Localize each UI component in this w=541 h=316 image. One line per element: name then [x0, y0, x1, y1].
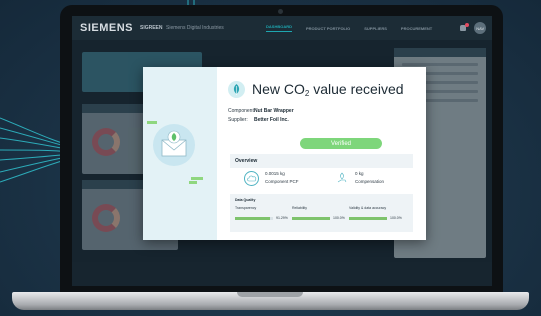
dq-label: Transparency: [235, 206, 257, 210]
right-panel-header: [394, 48, 486, 57]
dq-bar-row: 100.0%: [349, 216, 404, 220]
dq-bar-row: 91.29%: [235, 216, 290, 220]
notification-bell-icon[interactable]: [460, 23, 470, 31]
leaf-hand-icon: [334, 171, 349, 186]
supplier-label: Supplier:: [228, 117, 248, 123]
component-row: Component: Nut Bar Wrapper: [228, 108, 294, 114]
modal-title-row: New CO2 value received: [228, 81, 404, 98]
component-label: Component:: [228, 108, 256, 114]
metric-value: 0.0015 kg: [265, 171, 285, 176]
modal-title: New CO2 value received: [252, 81, 404, 98]
footer-left: [82, 272, 83, 277]
overview-title: Overview: [235, 158, 258, 164]
nav-suppliers[interactable]: SUPPLIERS: [364, 26, 387, 31]
dq-label: Validity & data accuracy: [349, 206, 387, 210]
footer-right: [481, 272, 482, 277]
footer: [72, 262, 492, 286]
envelope-illustration: [153, 124, 195, 166]
placeholder-line: [402, 63, 478, 66]
verified-button[interactable]: Verified: [300, 138, 382, 149]
title-prefix: New CO: [252, 81, 305, 97]
compensation-text: 0 kg Compensation: [355, 170, 384, 186]
metric-label: Component PCF: [265, 179, 299, 184]
dq-validity: Validity & data accuracy 100.0%: [349, 206, 404, 220]
modal-content: New CO2 value received Component: Nut Ba…: [217, 67, 426, 240]
dq-transparency: Transparency 91.29%: [235, 206, 290, 220]
data-quality-title: Data Quality: [235, 198, 256, 202]
dq-fill: [292, 216, 330, 220]
brand-logo[interactable]: SIEMENS: [80, 22, 140, 34]
title-suffix: value received: [309, 81, 404, 97]
dq-label: Reliability: [292, 206, 307, 210]
laptop-base: [12, 292, 529, 310]
dq-bar-row: 100.0%: [292, 216, 347, 220]
metric-label: Compensation: [355, 179, 385, 184]
compensation-metric: 0 kg Compensation: [334, 170, 384, 186]
dq-reliability: Reliability 100.0%: [292, 206, 347, 220]
product-name: SIGREEN: [140, 25, 163, 31]
metric-value: 0 kg: [355, 171, 364, 176]
decor-bar: [189, 181, 197, 184]
supplier-value: Better Foil Inc.: [254, 117, 289, 123]
modal-illustration-panel: [143, 67, 217, 240]
dq-fill: [235, 216, 270, 220]
dq-bar: [235, 216, 273, 220]
avatar[interactable]: NAV: [474, 22, 487, 34]
co2-notification-modal: New CO2 value received Component: Nut Ba…: [143, 67, 426, 240]
decor-bar: [147, 121, 157, 124]
company-name: Siemens Digital Industries: [166, 25, 224, 31]
dq-bar: [349, 216, 387, 220]
nav-dashboard[interactable]: DASHBOARD: [266, 24, 292, 32]
dq-fill: [349, 216, 387, 220]
donut-chart: [92, 204, 120, 232]
nav-procurement[interactable]: PROCUREMENT: [401, 26, 432, 31]
camera: [278, 9, 283, 14]
dq-value: 100.0%: [333, 216, 345, 220]
dq-bar: [292, 216, 330, 220]
envelope-icon: [161, 130, 187, 157]
component-pcf-metric: 0.0015 kg Component PCF: [244, 170, 299, 186]
donut-chart: [92, 128, 120, 156]
component-pcf-text: 0.0015 kg Component PCF: [265, 170, 299, 186]
component-value: Nut Bar Wrapper: [254, 108, 294, 114]
leaf-icon: [228, 81, 245, 98]
notification-dot: [465, 23, 470, 27]
decor-bar: [191, 177, 203, 180]
top-bar: SIEMENS SIGREEN Siemens Digital Industri…: [72, 16, 492, 40]
overview-section: Overview 0.0015 kg Component PCF 0 kg Co…: [230, 154, 413, 232]
cloud-co2-icon: [244, 170, 259, 186]
data-quality-section: Data Quality Transparency 91.29% Reliabi…: [230, 198, 413, 228]
base-notch: [237, 292, 303, 297]
dq-value: 100.0%: [390, 216, 402, 220]
dq-value: 91.29%: [276, 216, 288, 220]
banner-placeholder: [88, 58, 196, 64]
overview-metrics: 0.0015 kg Component PCF 0 kg Compensatio…: [230, 168, 413, 194]
supplier-row: Supplier: Better Foil Inc.: [228, 117, 289, 123]
nav-product-portfolio[interactable]: PRODUCT PORTFOLIO: [306, 26, 350, 31]
